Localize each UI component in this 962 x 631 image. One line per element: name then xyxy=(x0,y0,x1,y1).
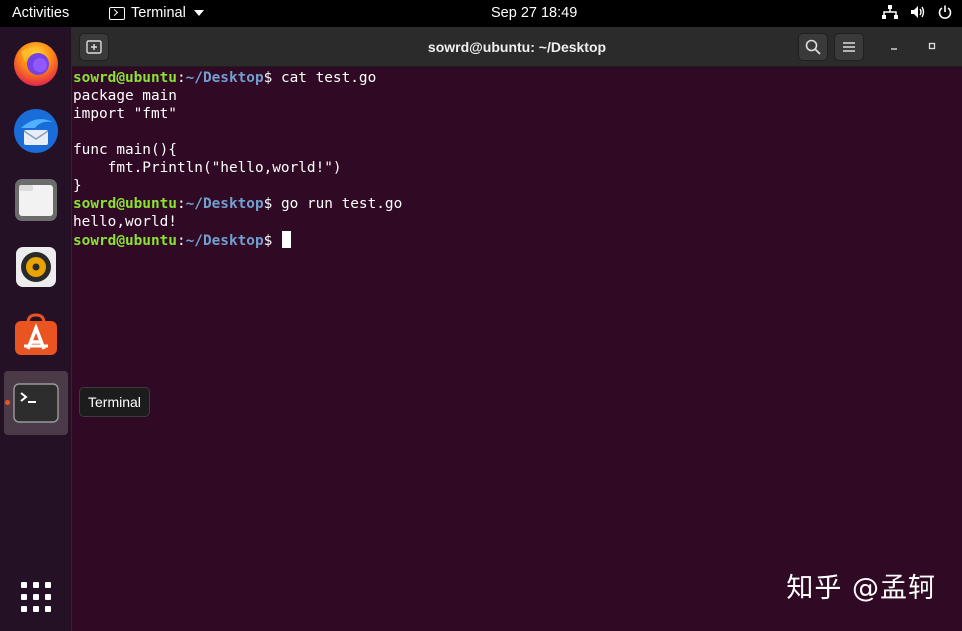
output-line: package main xyxy=(73,88,177,104)
top-bar: Activities Terminal Sep 27 18:49 xyxy=(0,0,962,27)
header-bar: sowrd@ubuntu: ~/Desktop xyxy=(72,27,962,67)
firefox-icon xyxy=(14,42,58,86)
dock-item-software[interactable] xyxy=(4,303,68,367)
software-icon xyxy=(15,313,57,355)
command-text: cat test.go xyxy=(280,70,377,86)
network-icon xyxy=(882,5,898,19)
menu-button[interactable] xyxy=(834,33,864,61)
window-title: sowrd@ubuntu: ~/Desktop xyxy=(427,39,607,55)
thunderbird-icon xyxy=(14,109,58,153)
show-apps-icon xyxy=(21,582,51,612)
output-line: import "fmt" xyxy=(73,106,177,122)
power-icon xyxy=(938,5,952,19)
dock xyxy=(0,27,72,631)
dock-item-firefox[interactable] xyxy=(4,31,68,95)
prompt-separator: : xyxy=(176,70,186,86)
terminal-line: sowrd@ubuntu:~/Desktop$ xyxy=(73,231,961,249)
prompt-path: ~/Desktop xyxy=(185,233,264,249)
minimize-icon xyxy=(891,48,897,50)
show-apps-button[interactable] xyxy=(4,565,68,629)
text-cursor xyxy=(281,231,291,248)
prompt-user: sowrd@ubuntu xyxy=(73,196,177,212)
terminal-window: sowrd@ubuntu: ~/Desktop sowrd@ubuntu:~/D… xyxy=(72,27,962,631)
terminal-output[interactable]: sowrd@ubuntu:~/Desktop$ cat test.go pack… xyxy=(73,69,961,249)
output-line: hello,world! xyxy=(73,214,177,230)
search-button[interactable] xyxy=(798,33,828,61)
prompt-symbol: $ xyxy=(263,233,281,249)
volume-icon xyxy=(911,6,925,18)
dock-item-files[interactable] xyxy=(4,167,68,231)
dock-item-terminal[interactable] xyxy=(4,371,68,435)
maximize-icon xyxy=(928,42,936,50)
prompt-path: ~/Desktop xyxy=(185,70,264,86)
prompt-separator: : xyxy=(176,196,186,212)
watermark: 知乎 @孟轲 xyxy=(786,573,936,604)
terminal-line: sowrd@ubuntu:~/Desktop$ go run test.go xyxy=(73,195,961,213)
running-indicator xyxy=(5,400,10,405)
maximize-button[interactable] xyxy=(922,37,942,57)
terminal-line: sowrd@ubuntu:~/Desktop$ cat test.go xyxy=(73,69,961,87)
prompt-user: sowrd@ubuntu xyxy=(73,70,177,86)
rhythmbox-icon xyxy=(16,247,56,287)
prompt-path: ~/Desktop xyxy=(185,196,264,212)
prompt-user: sowrd@ubuntu xyxy=(73,233,177,249)
prompt-symbol: $ xyxy=(263,196,281,212)
terminal-icon xyxy=(13,383,59,423)
system-tray[interactable] xyxy=(882,5,952,19)
command-text: go run test.go xyxy=(280,196,403,212)
hamburger-menu-icon xyxy=(843,42,855,52)
app-menu[interactable]: Terminal xyxy=(109,5,204,21)
prompt-symbol: $ xyxy=(263,70,281,86)
clock[interactable]: Sep 27 18:49 xyxy=(491,5,577,21)
output-line: fmt.Println("hello,world!") xyxy=(73,160,342,176)
search-icon xyxy=(805,39,821,55)
dock-tooltip: Terminal xyxy=(79,387,150,417)
output-line: } xyxy=(73,178,82,194)
minimize-button[interactable] xyxy=(884,37,904,57)
chevron-down-icon xyxy=(193,10,204,16)
activities-button[interactable]: Activities xyxy=(12,5,69,21)
dock-item-thunderbird[interactable] xyxy=(4,99,68,163)
prompt-separator: : xyxy=(176,233,186,249)
files-icon xyxy=(15,179,57,221)
terminal-icon xyxy=(109,6,125,20)
dock-item-rhythmbox[interactable] xyxy=(4,235,68,299)
output-line: func main(){ xyxy=(73,142,177,158)
app-menu-label: Terminal xyxy=(131,5,186,21)
